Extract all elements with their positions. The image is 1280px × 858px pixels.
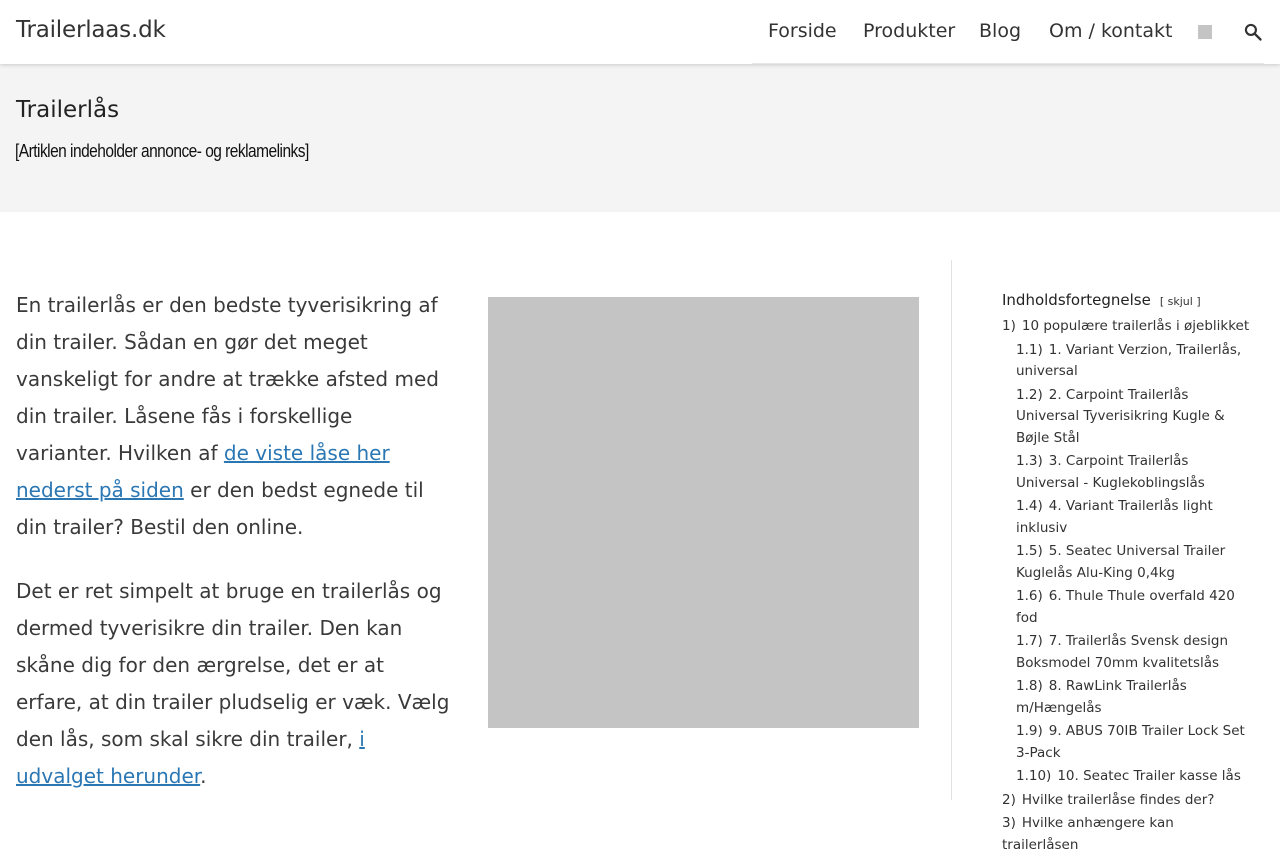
toc-item[interactable]: 2) Hvilke trailerlåse findes der? — [1002, 790, 1252, 812]
toc-item-label: 9. ABUS 70IB Trailer Lock Set 3-Pack — [1016, 723, 1245, 761]
toc-item-number: 3) — [1002, 815, 1016, 831]
toc-title: Indholdsfortegnelse — [1002, 291, 1151, 309]
page-title: Trailerlås — [16, 97, 120, 123]
intro-paragraph-2: Det er ret simpelt at bruge en trailerlå… — [16, 573, 452, 795]
table-of-contents: Indholdsfortegnelse [ skjul ] 1) 10 popul… — [1002, 291, 1252, 858]
toc-item[interactable]: 1.4) 4. Variant Trailerlås light inklusiv — [1002, 496, 1252, 539]
toc-item-number: 1.10) — [1016, 768, 1052, 784]
intro-paragraph-1: En trailerlås er den bedste tyverisikrin… — [16, 287, 452, 546]
toc-item[interactable]: 1.2) 2. Carpoint Trailerlås Universal Tyv… — [1002, 385, 1252, 450]
toc-item-label: 6. Thule Thule overfald 420 fod — [1016, 588, 1235, 626]
toc-item-label: 1. Variant Verzion, Trailerlås, universa… — [1016, 341, 1242, 380]
toc-item-number: 1.5) — [1016, 543, 1043, 559]
toc-hide-toggle[interactable]: [ skjul ] — [1160, 295, 1201, 308]
toc-item[interactable]: 1.1) 1. Variant Verzion, Trailerlås, univ… — [1002, 340, 1252, 383]
toc-item-number: 1.8) — [1016, 678, 1043, 694]
toc-item-number: 1.1) — [1016, 341, 1043, 358]
toc-item[interactable]: 1.3) 3. Carpoint Trailerlås Universal - K… — [1002, 451, 1252, 494]
toc-item-number: 1) — [1002, 318, 1016, 334]
intro-text-segment: En trailerlås er den bedste tyverisikrin… — [16, 293, 439, 465]
nav-item-forside[interactable]: Forside — [768, 20, 837, 42]
toc-item-number: 1.7) — [1016, 633, 1043, 649]
toc-item-label: 2. Carpoint Trailerlås Universal Tyveris… — [1016, 386, 1225, 446]
toc-item-number: 1.9) — [1016, 723, 1043, 739]
nav-item-produkter[interactable]: Produkter — [863, 20, 955, 42]
site-title[interactable]: Trailerlaas.dk — [16, 17, 166, 43]
toc-list: 1) 10 populære trailerlås i øjeblikket 1.1… — [1002, 316, 1252, 856]
intro-text-segment: Det er ret simpelt at bruge en trailerlå… — [16, 579, 450, 751]
toc-item[interactable]: 1.7) 7. Trailerlås Svensk design Boksmode… — [1002, 631, 1252, 674]
toc-item-number: 1.6) — [1016, 588, 1043, 604]
toc-item[interactable]: 1.10) 10. Seatec Trailer kasse lås — [1002, 766, 1252, 788]
nav-item-blog[interactable]: Blog — [979, 20, 1021, 42]
toc-item[interactable]: 1) 10 populære trailerlås i øjeblikket — [1002, 316, 1252, 338]
toc-item[interactable]: 3) Hvilke anhængere kan trailerlåsen — [1002, 813, 1252, 856]
title-band: Trailerlås [Artiklen indeholder annonce-… — [0, 64, 1280, 212]
toc-item[interactable]: 1.6) 6. Thule Thule overfald 420 fod — [1002, 586, 1252, 629]
toc-item-label: 10 populære trailerlås i øjeblikket — [1021, 318, 1250, 334]
toc-item[interactable]: 1.8) 8. RawLink Trailerlås m/Hængelås — [1002, 676, 1252, 719]
toc-item-label: 10. Seatec Trailer kasse lås — [1057, 768, 1241, 784]
nav-placeholder-icon[interactable] — [1198, 25, 1212, 39]
toc-item[interactable]: 1.9) 9. ABUS 70IB Trailer Lock Set 3-Pack — [1002, 721, 1252, 764]
product-image-placeholder — [488, 297, 919, 728]
toc-item-label: 5. Seatec Universal Trailer Kuglelås Alu… — [1016, 543, 1226, 581]
toc-item-number: 1.3) — [1016, 453, 1043, 469]
toc-item-number: 1.2) — [1016, 386, 1043, 403]
toc-item-label: Hvilke anhængere kan trailerlåsen — [1002, 815, 1174, 853]
nav-item-om-kontakt[interactable]: Om / kontakt — [1049, 20, 1172, 42]
toc-header: Indholdsfortegnelse [ skjul ] — [1002, 291, 1252, 309]
toc-item-label: 7. Trailerlås Svensk design Boksmodel 70… — [1016, 633, 1229, 671]
search-icon[interactable] — [1243, 22, 1263, 42]
site-header: Trailerlaas.dk Forside Produkter Blog Om… — [0, 0, 1280, 64]
ad-disclaimer: [Artiklen indeholder annonce- og reklame… — [15, 141, 309, 161]
toc-item-label: 3. Carpoint Trailerlås Universal - Kugle… — [1016, 453, 1205, 491]
intro-text-segment: . — [200, 764, 207, 788]
intro-text: En trailerlås er den bedste tyverisikrin… — [16, 287, 452, 822]
toc-item[interactable]: 1.5) 5. Seatec Universal Trailer Kuglelås… — [1002, 541, 1252, 584]
toc-item-label: 4. Variant Trailerlås light inklusiv — [1016, 498, 1213, 536]
sidebar-divider — [951, 260, 952, 800]
toc-item-number: 1.4) — [1016, 498, 1043, 514]
main-nav: Forside Produkter Blog Om / kontakt — [752, 0, 1264, 64]
